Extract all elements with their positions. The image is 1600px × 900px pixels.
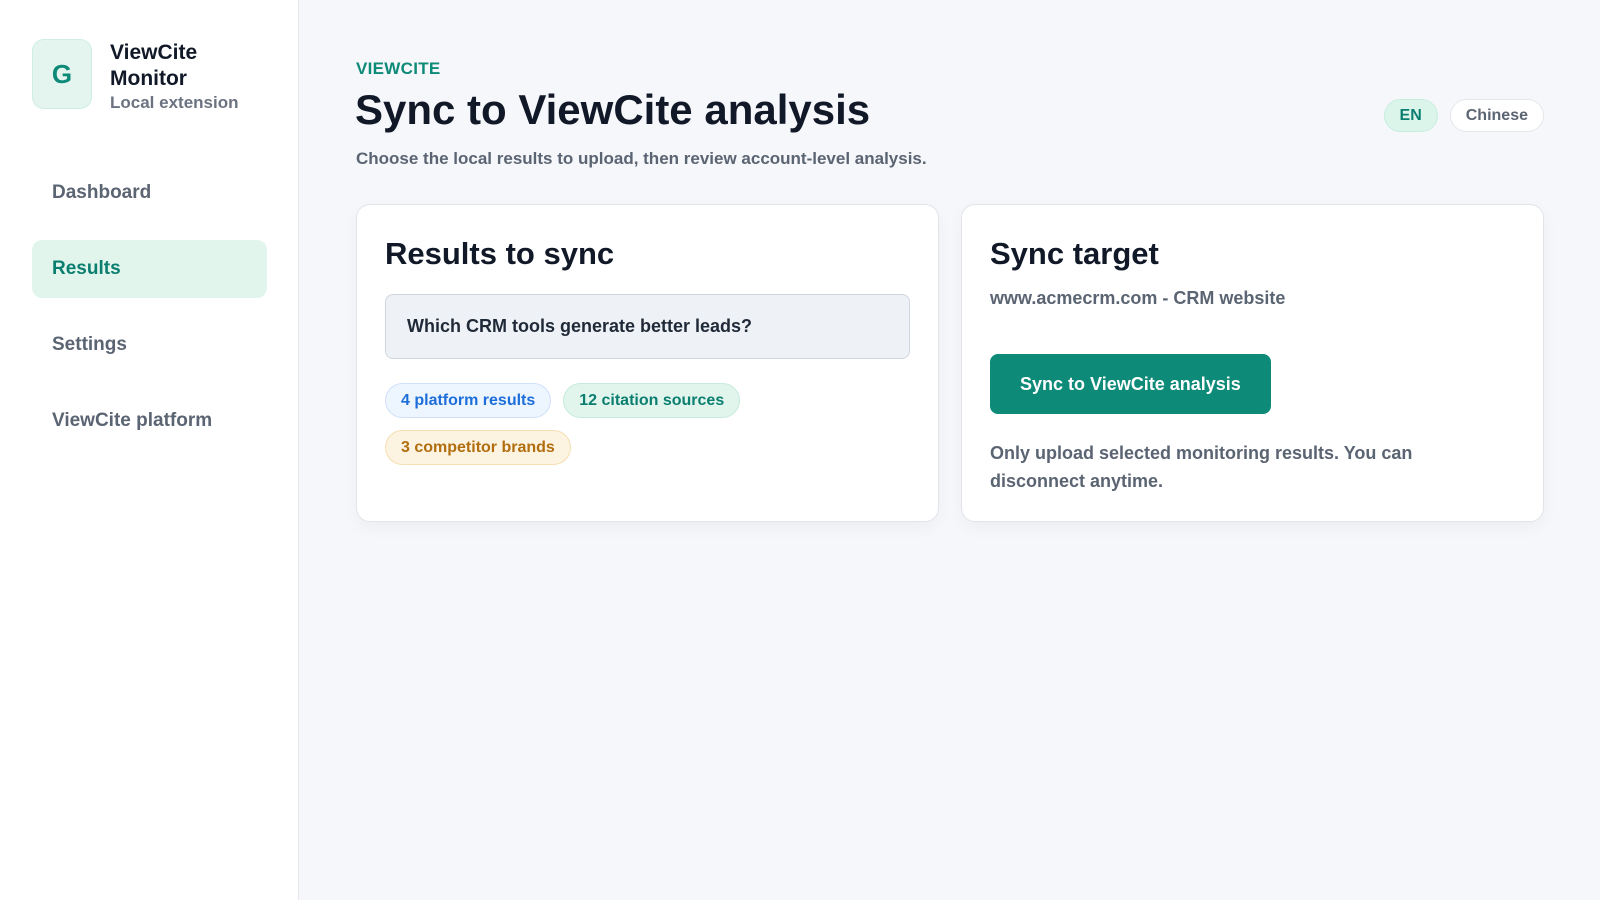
brand-text: ViewCite Monitor Local extension [110, 40, 260, 114]
language-switcher: EN Chinese [1383, 99, 1544, 132]
page-title: Sync to ViewCite analysis [355, 86, 871, 133]
language-option-chinese[interactable]: Chinese [1449, 99, 1544, 132]
brand-name: ViewCite Monitor [110, 41, 198, 90]
brand-subtitle: Local extension [110, 93, 239, 112]
sidebar-item-viewcite-platform[interactable]: ViewCite platform [32, 392, 267, 450]
sidebar-item-settings[interactable]: Settings [32, 316, 267, 374]
sync-button[interactable]: Sync to ViewCite analysis [990, 354, 1271, 414]
brand: G ViewCite Monitor Local extension [32, 39, 260, 114]
sidebar: G ViewCite Monitor Local extension Dashb… [0, 0, 299, 900]
platform-results-badge: 4 platform results [385, 383, 552, 418]
brand-logo: G [32, 39, 92, 109]
page-eyebrow: VIEWCITE [356, 59, 441, 78]
results-card-title: Results to sync [385, 236, 615, 271]
sync-target-card: Sync target www.acmecrm.com - CRM websit… [961, 204, 1544, 522]
result-tags: 4 platform results 12 citation sources 3… [385, 383, 910, 465]
query-box: Which CRM tools generate better leads? [385, 294, 910, 359]
page-subtitle: Choose the local results to upload, then… [356, 149, 927, 168]
target-site: www.acmecrm.com - CRM website [990, 288, 1286, 308]
results-card: Results to sync Which CRM tools generate… [356, 204, 939, 522]
language-option-en[interactable]: EN [1383, 99, 1438, 132]
sidebar-item-dashboard[interactable]: Dashboard [32, 164, 267, 222]
competitor-brands-badge: 3 competitor brands [385, 430, 571, 465]
sidebar-item-results[interactable]: Results [32, 240, 267, 298]
citation-sources-badge: 12 citation sources [563, 383, 741, 418]
sync-note: Only upload selected monitoring results.… [990, 443, 1413, 491]
sync-target-title: Sync target [990, 236, 1159, 271]
sidebar-nav: Dashboard Results Settings ViewCite plat… [32, 164, 267, 468]
